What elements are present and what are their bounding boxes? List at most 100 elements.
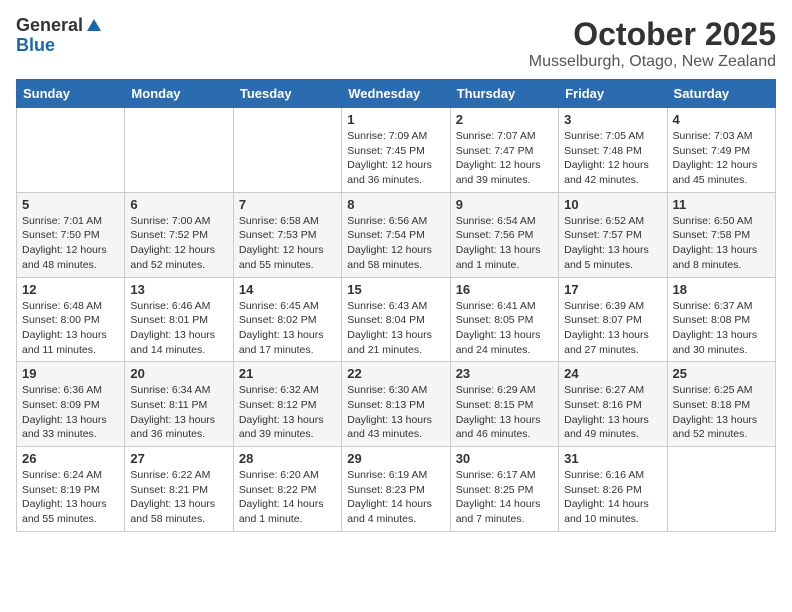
day-info: Sunrise: 6:17 AM Sunset: 8:25 PM Dayligh… <box>456 468 553 527</box>
day-number: 10 <box>564 197 661 212</box>
day-info: Sunrise: 6:56 AM Sunset: 7:54 PM Dayligh… <box>347 214 444 273</box>
day-info: Sunrise: 6:48 AM Sunset: 8:00 PM Dayligh… <box>22 299 119 358</box>
day-info: Sunrise: 6:16 AM Sunset: 8:26 PM Dayligh… <box>564 468 661 527</box>
calendar-cell: 5Sunrise: 7:01 AM Sunset: 7:50 PM Daylig… <box>17 192 125 277</box>
calendar-cell: 31 Sunrise: 6:16 AM Sunset: 8:26 PM Dayli… <box>559 447 667 532</box>
day-number: 28 <box>239 451 336 466</box>
calendar-cell: 12 Sunrise: 6:48 AM Sunset: 8:00 PM Dayli… <box>17 277 125 362</box>
calendar-cell <box>233 108 341 193</box>
calendar-cell: 4 Sunrise: 7:03 AM Sunset: 7:49 PM Daylig… <box>667 108 775 193</box>
day-number: 17 <box>564 282 661 297</box>
day-number: 18 <box>673 282 770 297</box>
calendar-cell: 25 Sunrise: 6:25 AM Sunset: 8:18 PM Dayli… <box>667 362 775 447</box>
calendar-cell: 26 Sunrise: 6:24 AM Sunset: 8:19 PM Dayli… <box>17 447 125 532</box>
calendar-cell: 20 Sunrise: 6:34 AM Sunset: 8:11 PM Dayli… <box>125 362 233 447</box>
day-number: 15 <box>347 282 444 297</box>
day-number: 2 <box>456 112 553 127</box>
calendar-cell: 6 Sunrise: 7:00 AM Sunset: 7:52 PM Daylig… <box>125 192 233 277</box>
day-number: 22 <box>347 366 444 381</box>
calendar-cell: 28 Sunrise: 6:20 AM Sunset: 8:22 PM Dayli… <box>233 447 341 532</box>
day-info: Sunrise: 7:09 AM Sunset: 7:45 PM Dayligh… <box>347 129 444 188</box>
title-area: October 2025 Musselburgh, Otago, New Zea… <box>529 16 776 71</box>
calendar-week-row: 1Sunrise: 7:09 AM Sunset: 7:45 PM Daylig… <box>17 108 776 193</box>
header-tuesday: Tuesday <box>233 80 341 108</box>
day-info: Sunrise: 6:34 AM Sunset: 8:11 PM Dayligh… <box>130 383 227 442</box>
day-number: 7 <box>239 197 336 212</box>
calendar-cell: 11Sunrise: 6:50 AM Sunset: 7:58 PM Dayli… <box>667 192 775 277</box>
header-friday: Friday <box>559 80 667 108</box>
header-wednesday: Wednesday <box>342 80 450 108</box>
location-title: Musselburgh, Otago, New Zealand <box>529 53 776 71</box>
day-number: 12 <box>22 282 119 297</box>
day-number: 9 <box>456 197 553 212</box>
calendar-cell: 30 Sunrise: 6:17 AM Sunset: 8:25 PM Dayli… <box>450 447 558 532</box>
calendar-week-row: 5Sunrise: 7:01 AM Sunset: 7:50 PM Daylig… <box>17 192 776 277</box>
day-number: 29 <box>347 451 444 466</box>
day-info: Sunrise: 6:32 AM Sunset: 8:12 PM Dayligh… <box>239 383 336 442</box>
day-number: 16 <box>456 282 553 297</box>
day-info: Sunrise: 6:27 AM Sunset: 8:16 PM Dayligh… <box>564 383 661 442</box>
day-number: 6 <box>130 197 227 212</box>
day-number: 26 <box>22 451 119 466</box>
day-number: 20 <box>130 366 227 381</box>
calendar-cell: 9 Sunrise: 6:54 AM Sunset: 7:56 PM Daylig… <box>450 192 558 277</box>
day-info: Sunrise: 6:37 AM Sunset: 8:08 PM Dayligh… <box>673 299 770 358</box>
day-info: Sunrise: 7:05 AM Sunset: 7:48 PM Dayligh… <box>564 129 661 188</box>
day-info: Sunrise: 6:58 AM Sunset: 7:53 PM Dayligh… <box>239 214 336 273</box>
day-info: Sunrise: 6:39 AM Sunset: 8:07 PM Dayligh… <box>564 299 661 358</box>
day-number: 24 <box>564 366 661 381</box>
calendar-cell <box>667 447 775 532</box>
day-info: Sunrise: 6:20 AM Sunset: 8:22 PM Dayligh… <box>239 468 336 527</box>
day-number: 8 <box>347 197 444 212</box>
day-info: Sunrise: 6:54 AM Sunset: 7:56 PM Dayligh… <box>456 214 553 273</box>
day-number: 25 <box>673 366 770 381</box>
header-saturday: Saturday <box>667 80 775 108</box>
day-number: 4 <box>673 112 770 127</box>
calendar-cell: 1Sunrise: 7:09 AM Sunset: 7:45 PM Daylig… <box>342 108 450 193</box>
calendar-cell: 8 Sunrise: 6:56 AM Sunset: 7:54 PM Daylig… <box>342 192 450 277</box>
day-info: Sunrise: 6:45 AM Sunset: 8:02 PM Dayligh… <box>239 299 336 358</box>
day-number: 5 <box>22 197 119 212</box>
day-info: Sunrise: 6:43 AM Sunset: 8:04 PM Dayligh… <box>347 299 444 358</box>
calendar-cell: 23Sunrise: 6:29 AM Sunset: 8:15 PM Dayli… <box>450 362 558 447</box>
calendar-cell: 19 Sunrise: 6:36 AM Sunset: 8:09 PM Dayli… <box>17 362 125 447</box>
calendar-cell: 13 Sunrise: 6:46 AM Sunset: 8:01 PM Dayli… <box>125 277 233 362</box>
calendar-cell: 21 Sunrise: 6:32 AM Sunset: 8:12 PM Dayli… <box>233 362 341 447</box>
logo-blue: Blue <box>16 36 55 56</box>
day-info: Sunrise: 6:36 AM Sunset: 8:09 PM Dayligh… <box>22 383 119 442</box>
calendar-cell: 18 Sunrise: 6:37 AM Sunset: 8:08 PM Dayli… <box>667 277 775 362</box>
calendar-cell: 10Sunrise: 6:52 AM Sunset: 7:57 PM Dayli… <box>559 192 667 277</box>
day-info: Sunrise: 6:25 AM Sunset: 8:18 PM Dayligh… <box>673 383 770 442</box>
day-number: 31 <box>564 451 661 466</box>
day-info: Sunrise: 6:19 AM Sunset: 8:23 PM Dayligh… <box>347 468 444 527</box>
calendar: SundayMondayTuesdayWednesdayThursdayFrid… <box>16 79 776 532</box>
header-sunday: Sunday <box>17 80 125 108</box>
day-info: Sunrise: 6:50 AM Sunset: 7:58 PM Dayligh… <box>673 214 770 273</box>
day-info: Sunrise: 6:24 AM Sunset: 8:19 PM Dayligh… <box>22 468 119 527</box>
calendar-cell <box>17 108 125 193</box>
calendar-cell: 15 Sunrise: 6:43 AM Sunset: 8:04 PM Dayli… <box>342 277 450 362</box>
calendar-week-row: 26 Sunrise: 6:24 AM Sunset: 8:19 PM Dayli… <box>17 447 776 532</box>
calendar-week-row: 12 Sunrise: 6:48 AM Sunset: 8:00 PM Dayli… <box>17 277 776 362</box>
day-number: 21 <box>239 366 336 381</box>
day-info: Sunrise: 6:22 AM Sunset: 8:21 PM Dayligh… <box>130 468 227 527</box>
calendar-cell: 16 Sunrise: 6:41 AM Sunset: 8:05 PM Dayli… <box>450 277 558 362</box>
header-thursday: Thursday <box>450 80 558 108</box>
logo: General Blue <box>16 16 103 56</box>
day-number: 19 <box>22 366 119 381</box>
day-info: Sunrise: 7:07 AM Sunset: 7:47 PM Dayligh… <box>456 129 553 188</box>
day-info: Sunrise: 7:00 AM Sunset: 7:52 PM Dayligh… <box>130 214 227 273</box>
day-info: Sunrise: 6:30 AM Sunset: 8:13 PM Dayligh… <box>347 383 444 442</box>
calendar-cell: 7 Sunrise: 6:58 AM Sunset: 7:53 PM Daylig… <box>233 192 341 277</box>
calendar-cell: 24 Sunrise: 6:27 AM Sunset: 8:16 PM Dayli… <box>559 362 667 447</box>
logo-general: General <box>16 16 83 36</box>
calendar-cell: 3Sunrise: 7:05 AM Sunset: 7:48 PM Daylig… <box>559 108 667 193</box>
day-number: 13 <box>130 282 227 297</box>
day-number: 30 <box>456 451 553 466</box>
day-info: Sunrise: 6:41 AM Sunset: 8:05 PM Dayligh… <box>456 299 553 358</box>
day-info: Sunrise: 7:03 AM Sunset: 7:49 PM Dayligh… <box>673 129 770 188</box>
day-info: Sunrise: 6:46 AM Sunset: 8:01 PM Dayligh… <box>130 299 227 358</box>
day-number: 27 <box>130 451 227 466</box>
calendar-cell: 27 Sunrise: 6:22 AM Sunset: 8:21 PM Dayli… <box>125 447 233 532</box>
calendar-cell: 14Sunrise: 6:45 AM Sunset: 8:02 PM Dayli… <box>233 277 341 362</box>
